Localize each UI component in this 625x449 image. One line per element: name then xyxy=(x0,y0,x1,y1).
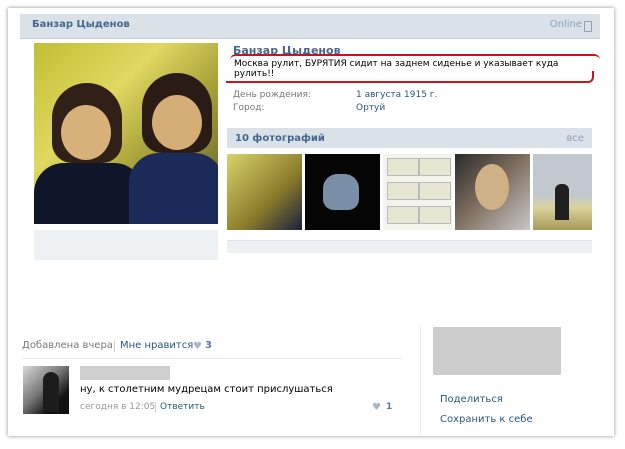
birthday-value[interactable]: 1 августа 1915 г. xyxy=(356,90,437,100)
comment-date[interactable]: сегодня в 12:05 xyxy=(80,402,155,412)
profile-screenshot: Банзар Цыденов Online Банзар Цыденов Мос… xyxy=(20,14,600,260)
comment-avatar[interactable] xyxy=(23,366,69,414)
comment-like-count[interactable]: 1 xyxy=(386,402,392,412)
status-highlight xyxy=(226,71,594,83)
header-name: Банзар Цыденов xyxy=(32,19,130,30)
photos-all-link[interactable]: все xyxy=(566,133,584,144)
photo-thumb[interactable] xyxy=(455,154,530,230)
profile-bottom-strip xyxy=(227,240,592,253)
hand-image-icon xyxy=(323,174,359,210)
comment-author-redacted xyxy=(80,366,170,380)
like-count[interactable]: 3 xyxy=(205,340,212,351)
separator xyxy=(114,340,115,352)
avatar-actions-strip xyxy=(34,230,218,260)
divider xyxy=(22,358,402,359)
photo-thumb[interactable] xyxy=(383,154,452,230)
comment-text: ну, к столетним мудрецам стоит прислушат… xyxy=(80,384,333,395)
photo-thumb[interactable] xyxy=(533,154,592,230)
photos-title[interactable]: 10 фотографий xyxy=(235,133,325,144)
profile-avatar xyxy=(34,43,218,224)
comment-heart-icon[interactable]: ♥ xyxy=(372,402,381,413)
online-status: Online xyxy=(549,19,582,30)
sidebar-divider xyxy=(420,326,421,434)
reply-button[interactable]: Ответить xyxy=(160,402,205,412)
save-button[interactable]: Сохранить к себе xyxy=(440,414,533,425)
redacted-block xyxy=(433,327,561,375)
mobile-icon xyxy=(584,21,592,32)
photo-thumb[interactable] xyxy=(305,154,380,230)
birthday-label: День рождения: xyxy=(233,90,311,100)
post-added-date: Добавлена вчера xyxy=(22,340,113,351)
city-value[interactable]: Ортуй xyxy=(356,103,385,113)
photos-header: 10 фотографий все xyxy=(227,128,592,148)
like-button[interactable]: Мне нравится xyxy=(120,340,193,351)
photo-thumb[interactable] xyxy=(227,154,302,230)
share-button[interactable]: Поделиться xyxy=(440,394,503,405)
separator xyxy=(155,402,156,413)
heart-icon[interactable]: ♥ xyxy=(193,341,202,352)
profile-header: Банзар Цыденов Online xyxy=(20,14,600,39)
city-label: Город: xyxy=(233,103,265,113)
